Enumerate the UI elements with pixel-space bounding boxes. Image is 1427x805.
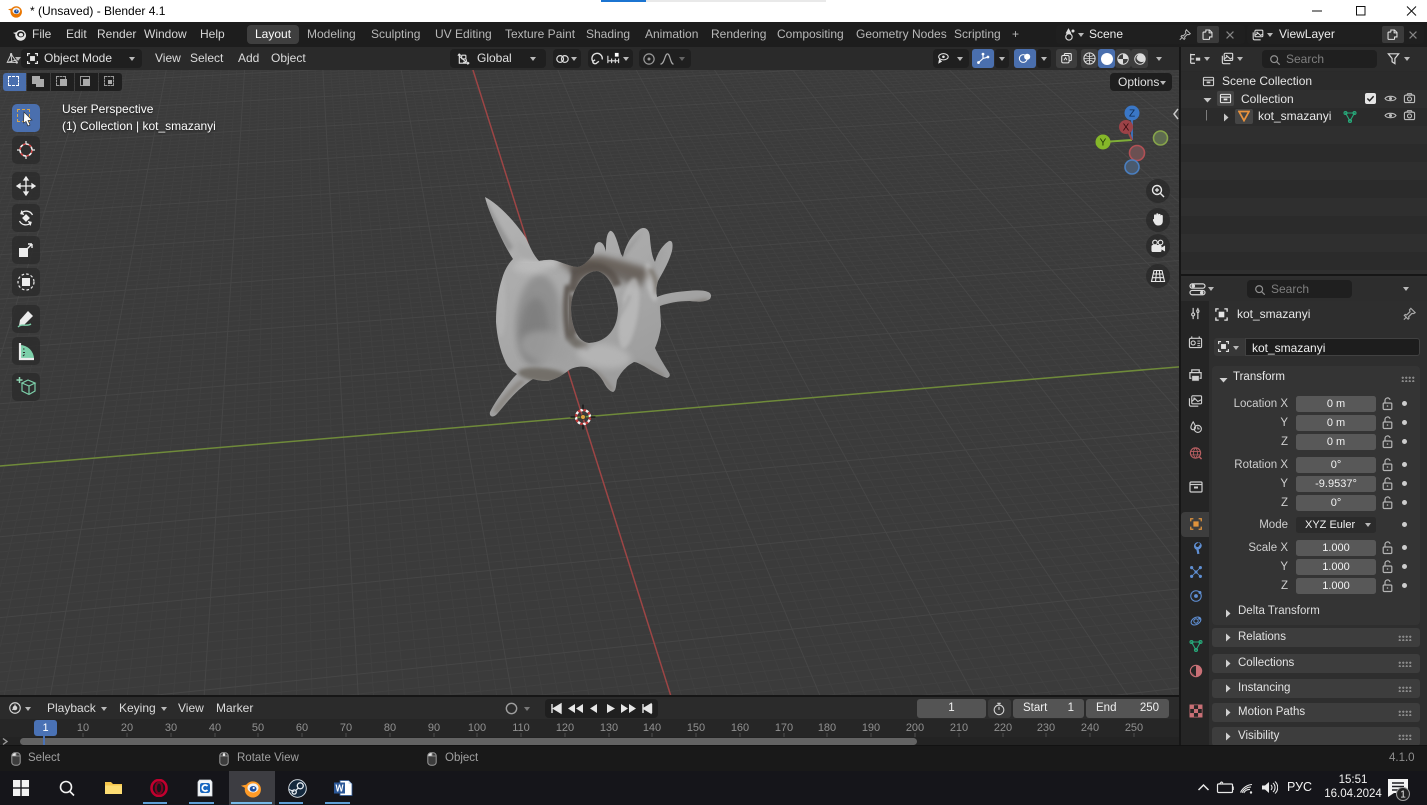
svg-text:X: X <box>1123 123 1130 134</box>
svg-text:1: 1 <box>1400 790 1406 801</box>
svg-text:Z: Z <box>1129 109 1135 120</box>
svg-text:Y: Y <box>1100 138 1107 149</box>
